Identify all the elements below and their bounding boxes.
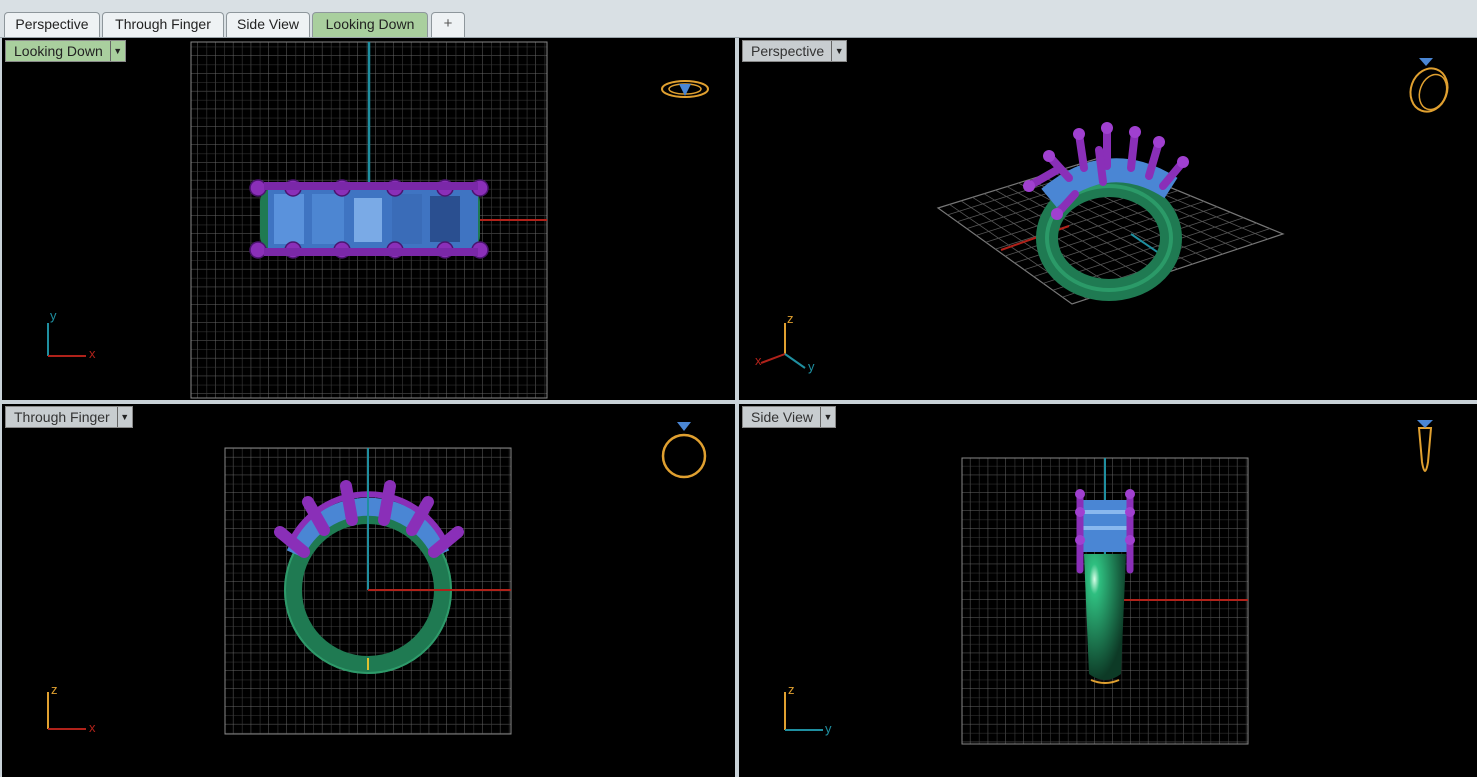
chevron-down-icon[interactable]: ▼ [116, 407, 132, 427]
viewport-tab-bar: Perspective Through Finger Side View Loo… [0, 0, 1477, 38]
axis-triad [47, 323, 86, 357]
viewport-perspective[interactable]: z x y Perspective ▼ [739, 38, 1477, 400]
view-gumball-icon [1409, 58, 1449, 113]
chevron-down-icon[interactable]: ▼ [831, 41, 846, 61]
axis-label-y: y [50, 308, 57, 323]
viewport-title-perspective[interactable]: Perspective ▼ [742, 40, 848, 62]
axis-label-y: y [808, 359, 815, 374]
chevron-down-icon[interactable]: ▼ [820, 407, 835, 427]
chevron-down-icon[interactable]: ▼ [109, 41, 125, 61]
viewport-label-text: Perspective [751, 43, 825, 59]
viewport-side-view[interactable]: z y Side View ▼ [739, 404, 1477, 777]
tab-through-finger[interactable]: Through Finger [102, 12, 224, 37]
axis-label-y: y [825, 721, 832, 736]
tab-side-view[interactable]: Side View [226, 12, 310, 37]
tab-perspective[interactable]: Perspective [4, 12, 100, 37]
perspective-scene [760, 58, 1449, 369]
axis-triad [760, 323, 806, 369]
axis-triad [784, 692, 823, 731]
ring-perspective [1023, 122, 1189, 301]
view-gumball-icon [661, 80, 709, 98]
axis-label-x: x [89, 720, 96, 735]
viewport-title-looking-down[interactable]: Looking Down ▼ [5, 40, 126, 62]
viewport-title-through-finger[interactable]: Through Finger ▼ [5, 406, 133, 428]
viewport-through-finger[interactable]: z x Through Finger ▼ [2, 404, 735, 777]
viewport-title-side-view[interactable]: Side View ▼ [742, 406, 837, 428]
looking-down-scene [47, 41, 709, 399]
ring-top-view [249, 179, 489, 259]
axis-label-z: z [787, 311, 794, 326]
through-finger-scene [47, 422, 707, 735]
view-gumball-icon [1417, 420, 1433, 472]
axis-label-z: z [788, 682, 795, 697]
viewport-label-text: Looking Down [14, 43, 103, 59]
view-gumball-icon [661, 422, 707, 479]
axis-label-z: z [51, 682, 58, 697]
viewport-label-text: Through Finger [14, 409, 110, 425]
axis-label-x: x [755, 353, 762, 368]
axis-label-x: x [89, 346, 96, 361]
viewport-label-text: Side View [751, 409, 814, 425]
side-view-scene [784, 420, 1433, 745]
viewport-looking-down[interactable]: y x Looking Down ▼ [2, 38, 735, 400]
axis-triad [47, 692, 86, 730]
add-tab-button[interactable]: + [431, 12, 465, 37]
tab-looking-down[interactable]: Looking Down [312, 12, 428, 37]
